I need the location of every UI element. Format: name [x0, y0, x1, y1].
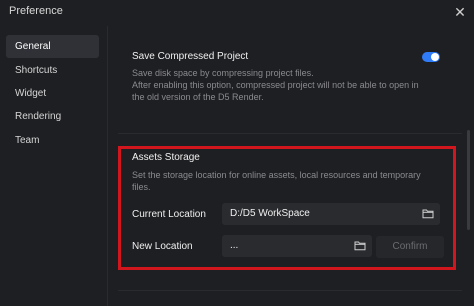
- sidebar-item-shortcuts[interactable]: Shortcuts: [6, 59, 99, 82]
- scrollbar[interactable]: [467, 130, 470, 230]
- compress-desc-line2: After enabling this option, compressed p…: [132, 80, 419, 90]
- sidebar-divider: [107, 26, 108, 306]
- sidebar-item-widget[interactable]: Widget: [6, 82, 99, 105]
- bottom-divider: [118, 290, 462, 291]
- compress-desc-line3: the old version of the D5 Render.: [132, 92, 264, 102]
- highlight-box: [118, 146, 456, 270]
- compress-desc-line1: Save disk space by compressing project f…: [132, 68, 314, 78]
- window-title: Preference: [9, 5, 63, 17]
- compress-toggle[interactable]: [422, 52, 440, 62]
- sidebar-item-general[interactable]: General: [6, 35, 99, 58]
- sidebar-item-rendering[interactable]: Rendering: [6, 105, 99, 128]
- section-divider: [118, 133, 462, 134]
- compress-title: Save Compressed Project: [132, 51, 249, 62]
- title-bar: Preference ✕: [0, 0, 474, 26]
- close-icon[interactable]: ✕: [451, 3, 469, 21]
- sidebar-item-team[interactable]: Team: [6, 129, 99, 152]
- sidebar: General Shortcuts Widget Rendering Team: [0, 26, 108, 306]
- toggle-knob: [431, 53, 439, 61]
